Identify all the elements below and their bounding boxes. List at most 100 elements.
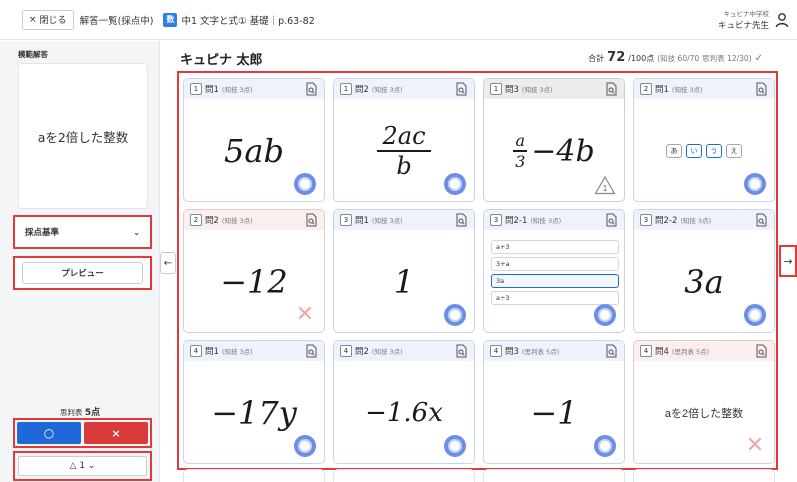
handwritten-answer: −1 — [530, 394, 578, 432]
card-header: 4 問2 (知技 3点) — [334, 341, 474, 361]
fraction-denominator: b — [396, 151, 412, 180]
question-title: 問1 — [205, 347, 219, 357]
zoom-icon[interactable] — [456, 344, 467, 358]
score-breakdown-thinking: 思判表 12/30) — [702, 54, 752, 63]
card-answer-area: a+3 3+a 3a a÷3 — [484, 230, 624, 332]
user-icon[interactable] — [775, 12, 789, 28]
preview-button[interactable]: プレビュー — [22, 262, 143, 284]
school-name: キュビナ中学校 — [723, 10, 770, 18]
zoom-icon[interactable] — [756, 344, 767, 358]
question-title: 問1 — [355, 216, 369, 226]
teacher-name: キュビナ先生 — [717, 21, 769, 31]
question-group-number: 4 — [640, 345, 652, 357]
choice-row: あいうえ — [666, 144, 742, 158]
option-item: 3+a — [491, 257, 619, 271]
answer-card[interactable]: 4 問3 (思判表 5点) −1 — [483, 340, 625, 464]
handwritten-answer: 3a — [684, 263, 724, 301]
zoom-icon[interactable] — [756, 82, 767, 96]
card-answer-area: −1.6x — [334, 361, 474, 463]
question-group-number: 4 — [490, 345, 502, 357]
question-group-number: 3 — [340, 214, 352, 226]
question-group-number: 4 — [340, 345, 352, 357]
question-title: 問2-1 — [505, 216, 528, 226]
option-list: a+3 3+a 3a a÷3 — [491, 240, 619, 308]
choice-option: う — [706, 144, 722, 158]
answer-card[interactable]: 3 問1 (知技 3点) 1 — [333, 209, 475, 333]
unit-title: 中1 文字と式① 基礎｜p.63-82 — [181, 15, 315, 27]
check-icon: ✓ — [754, 53, 763, 64]
handwritten-answer: −17y — [211, 394, 297, 432]
card-answer-area: −12 ✕ — [184, 230, 324, 332]
grading-criteria-dropdown[interactable]: 採点基準 ⌄ — [13, 215, 152, 249]
question-points: (思判表 5点) — [521, 348, 560, 356]
next-student-button[interactable]: → — [779, 245, 797, 277]
zoom-icon[interactable] — [606, 82, 617, 96]
correct-mark-icon — [594, 304, 616, 326]
next-row-card — [483, 469, 625, 482]
question-points: (知技 3点) — [530, 217, 562, 225]
answer-card[interactable]: 3 問2-2 (知技 3点) 3a — [633, 209, 775, 333]
wrong-mark-icon: ✕ — [295, 302, 315, 327]
answer-card[interactable]: 1 問1 (知技 3点) 5ab — [183, 78, 325, 202]
question-group-number: 4 — [190, 345, 202, 357]
answer-card[interactable]: 4 問4 (思判表 5点) aを2倍した整数 ✕ — [633, 340, 775, 464]
zoom-icon[interactable] — [456, 213, 467, 227]
zoom-icon[interactable] — [606, 344, 617, 358]
student-name: キュピナ 太郎 — [180, 53, 263, 68]
handwritten-fraction: a3 — [513, 131, 528, 171]
partial-score-dropdown[interactable]: △ 1 ⌄ — [18, 456, 147, 476]
card-answer-area: aを2倍した整数 ✕ — [634, 361, 774, 463]
user-info: キュビナ中学校 キュビナ先生 — [718, 8, 769, 31]
question-title: 問3 — [505, 347, 519, 357]
card-answer-area: あいうえ — [634, 99, 774, 201]
card-answer-area: 3a — [634, 230, 774, 332]
question-title: 問3 — [505, 85, 519, 95]
mark-wrong-button[interactable]: × — [84, 422, 148, 444]
answer-card[interactable]: 2 問1 (知技 3点) あいうえ — [633, 78, 775, 202]
close-button[interactable]: × 閉じる — [22, 9, 74, 30]
handwritten-answer: 1 — [393, 263, 415, 301]
card-header: 2 問1 (知技 3点) — [634, 79, 774, 99]
zoom-icon[interactable] — [306, 344, 317, 358]
answer-list-link[interactable]: 解答一覧(採点中) — [80, 13, 154, 27]
correct-mark-icon — [594, 435, 616, 457]
question-points: (知技 3点) — [371, 348, 403, 356]
question-title: 問2-2 — [655, 216, 678, 226]
prev-student-button[interactable]: ← — [160, 252, 176, 274]
close-icon: × — [29, 14, 37, 25]
question-points: (知技 3点) — [521, 86, 553, 94]
mark-correct-button[interactable]: ○ — [17, 422, 81, 444]
question-title: 問2 — [355, 347, 369, 357]
card-header: 3 問2-2 (知技 3点) — [634, 210, 774, 230]
model-answer-label: 模範解答 — [18, 50, 48, 59]
answer-card[interactable]: 4 問2 (知技 3点) −1.6x — [333, 340, 475, 464]
answer-card[interactable]: 1 問3 (知技 3点) a 3 −4b 1 — [483, 78, 625, 202]
question-title: 問2 — [205, 216, 219, 226]
zoom-icon[interactable] — [756, 213, 767, 227]
card-header: 3 問1 (知技 3点) — [334, 210, 474, 230]
zoom-icon[interactable] — [606, 213, 617, 227]
zoom-icon[interactable] — [306, 82, 317, 96]
card-header: 1 問2 (知技 3点) — [334, 79, 474, 99]
typed-answer: aを2倍した整数 — [664, 408, 744, 420]
handwritten-fraction: 2ac b — [377, 122, 431, 180]
partial-mark-icon: 1 — [594, 175, 616, 195]
score-value: 5点 — [84, 408, 101, 418]
zoom-icon[interactable] — [456, 82, 467, 96]
partial-score-frame: △ 1 ⌄ — [13, 451, 152, 481]
fraction-denominator: 3 — [515, 151, 526, 171]
answer-card[interactable]: 4 問1 (知技 3点) −17y — [183, 340, 325, 464]
answer-card[interactable]: 3 問2-1 (知技 3点) a+3 3+a 3a a÷3 — [483, 209, 625, 333]
answer-card[interactable]: 1 問2 (知技 3点) 2ac b — [333, 78, 475, 202]
card-answer-area: 5ab — [184, 99, 324, 201]
next-row-card — [333, 469, 475, 482]
question-group-number: 1 — [190, 83, 202, 95]
score-caption-text: 思判表 — [59, 408, 83, 417]
question-title: 問4 — [655, 347, 669, 357]
answer-card[interactable]: 2 問2 (知技 3点) −12 ✕ — [183, 209, 325, 333]
question-group-number: 3 — [490, 214, 502, 226]
model-answer-box: aを2倍した整数 — [18, 63, 148, 209]
top-bar: × 閉じる 解答一覧(採点中) 数 中1 文字と式① 基礎｜p.63-82 キュ… — [0, 0, 797, 40]
zoom-icon[interactable] — [306, 213, 317, 227]
question-group-number: 1 — [340, 83, 352, 95]
